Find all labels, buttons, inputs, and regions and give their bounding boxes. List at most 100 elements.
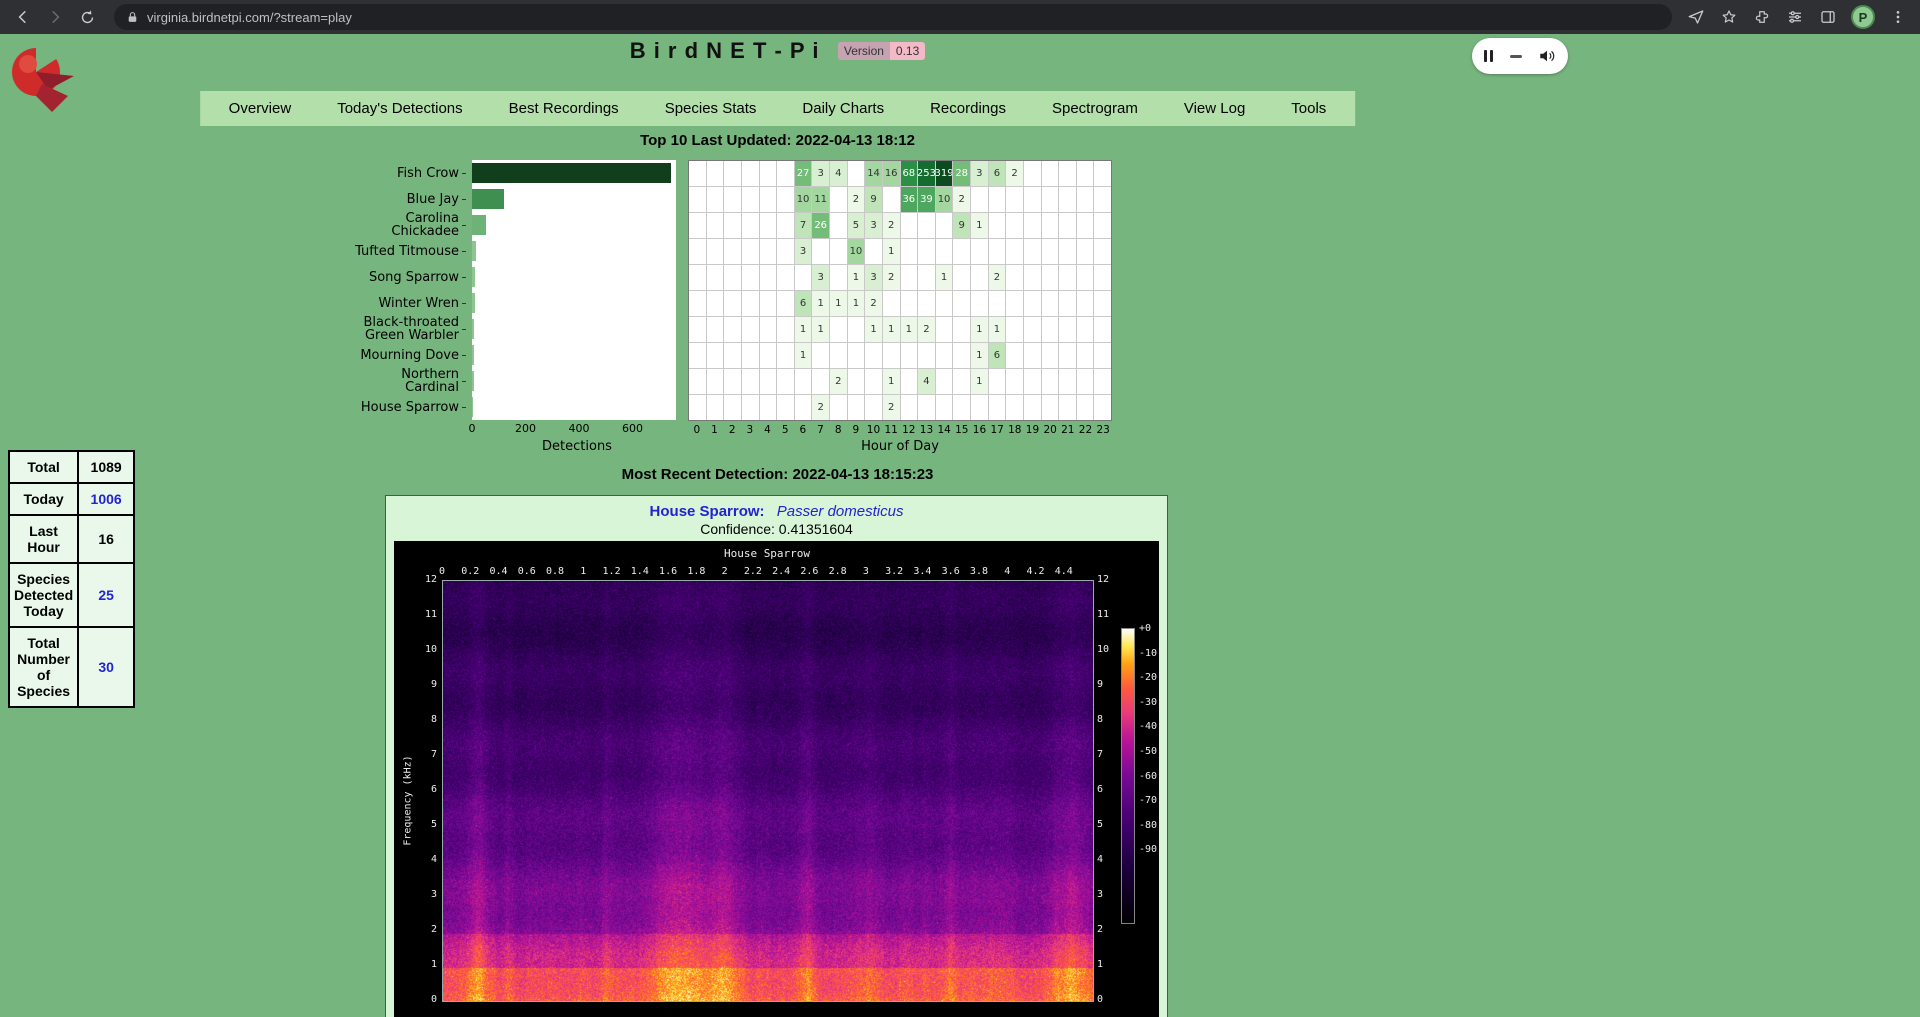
nav-item-today-s-detections[interactable]: Today's Detections (314, 91, 485, 126)
detection-stats-table: Total1089Today1006Last Hour16Species Det… (8, 450, 135, 708)
send-icon[interactable] (1686, 7, 1706, 27)
hour-tick: 2 (723, 424, 741, 436)
heatmap-cell (1024, 317, 1041, 342)
heatmap-cell (689, 187, 706, 212)
heatmap-cell (812, 369, 829, 394)
nav-item-tools[interactable]: Tools (1268, 91, 1349, 126)
nav-item-daily-charts[interactable]: Daily Charts (779, 91, 907, 126)
heatmap-cell (724, 291, 741, 316)
tune-icon[interactable] (1785, 7, 1805, 27)
heatmap-cell (760, 369, 777, 394)
heatmap-cell (901, 213, 918, 238)
heatmap-cell: 7 (795, 213, 812, 238)
detection-bar (472, 189, 504, 209)
hour-tick: 16 (971, 424, 989, 436)
heatmap-cell (848, 369, 865, 394)
heatmap-cell (865, 239, 882, 264)
db-tick: -30 (1139, 697, 1159, 708)
page-title: B i r d N E T - P i (630, 38, 820, 63)
heatmap-cell (777, 395, 794, 420)
hour-tick: 17 (988, 424, 1006, 436)
hour-tick: 12 (900, 424, 918, 436)
heatmap-cell (901, 395, 918, 420)
detection-species-link[interactable]: House Sparrow: (650, 503, 765, 520)
extensions-icon[interactable] (1752, 7, 1772, 27)
forward-icon[interactable] (42, 4, 68, 30)
heatmap-cell (742, 213, 759, 238)
heatmap-cell (742, 369, 759, 394)
nav-item-spectrogram[interactable]: Spectrogram (1029, 91, 1161, 126)
heatmap-cell (830, 395, 847, 420)
heatmap-cell: 3 (812, 265, 829, 290)
bookmark-star-icon[interactable] (1719, 7, 1739, 27)
bar-track (472, 238, 676, 264)
heatmap-cell (1006, 187, 1023, 212)
bar-track (472, 290, 676, 316)
bar-track (472, 316, 676, 342)
hour-tick: 1 (706, 424, 724, 436)
detection-scientific-name[interactable]: Passer domesticus (777, 503, 904, 520)
heatmap-cell (1059, 239, 1076, 264)
heatmap-cell (742, 395, 759, 420)
site-lock-icon[interactable] (126, 11, 139, 24)
nav-item-recordings[interactable]: Recordings (907, 91, 1029, 126)
heatmap-cell (1059, 317, 1076, 342)
back-icon[interactable] (10, 4, 36, 30)
heatmap-cell (971, 395, 988, 420)
version-label: Version (838, 42, 890, 60)
heatmap-cell (724, 213, 741, 238)
heatmap-cell: 253 (918, 161, 935, 186)
recent-detection-heading: Most Recent Detection: 2022-04-13 18:15:… (0, 466, 1555, 483)
nav-item-view-log[interactable]: View Log (1161, 91, 1268, 126)
heatmap-cell: 6 (989, 343, 1006, 368)
heatmap-cell: 6 (795, 291, 812, 316)
heatmap-cell (1042, 369, 1059, 394)
heatmap-cell (830, 317, 847, 342)
reload-icon[interactable] (74, 4, 100, 30)
bar-track (472, 368, 676, 394)
nav-item-overview[interactable]: Overview (206, 91, 315, 126)
stats-value[interactable]: 30 (78, 627, 134, 707)
heatmap-cell (724, 395, 741, 420)
spectrogram-title: House Sparrow (442, 547, 1092, 560)
freq-tick-left: 7 (394, 749, 437, 760)
heatmap-cell (918, 395, 935, 420)
heatmap-cell (989, 291, 1006, 316)
species-label: Fish Crow (352, 160, 466, 186)
heatmap-cell (971, 291, 988, 316)
hour-tick: 3 (741, 424, 759, 436)
stats-value[interactable]: 25 (78, 563, 134, 627)
heatmap-cell: 10 (795, 187, 812, 212)
heatmap-cell (1059, 369, 1076, 394)
heatmap-cell (707, 291, 724, 316)
freq-tick-right: 2 (1097, 924, 1127, 935)
time-tick: 2 (722, 566, 728, 577)
menu-kebab-icon[interactable] (1888, 7, 1908, 27)
side-panel-icon[interactable] (1818, 7, 1838, 27)
nav-item-best-recordings[interactable]: Best Recordings (486, 91, 642, 126)
heatmap-cell (989, 213, 1006, 238)
detection-bar (472, 345, 474, 365)
address-bar[interactable]: virginia.birdnetpi.com/?stream=play (114, 4, 1672, 30)
stats-value[interactable]: 1006 (78, 483, 134, 515)
heatmap-cell (1094, 161, 1111, 186)
heatmap-cell (989, 239, 1006, 264)
heatmap-cell (1094, 213, 1111, 238)
species-label-text: Song Sparrow (369, 271, 459, 284)
heatmap-cell (1042, 395, 1059, 420)
time-tick: 2.4 (772, 566, 790, 577)
time-tick: 0.8 (546, 566, 564, 577)
heatmap-cell (1059, 395, 1076, 420)
detection-bar (472, 293, 475, 313)
profile-avatar[interactable]: P (1851, 5, 1875, 29)
heatmap-cell: 4 (830, 161, 847, 186)
heatmap-cell (901, 343, 918, 368)
heatmap-cell (724, 187, 741, 212)
species-label-text: Black-throatedGreen Warbler (363, 316, 459, 342)
heatmap-cell (1024, 291, 1041, 316)
frequency-axis-label: Frequency (kHz) (403, 721, 414, 881)
heatmap-cell: 27 (795, 161, 812, 186)
nav-item-species-stats[interactable]: Species Stats (642, 91, 780, 126)
freq-tick-left: 6 (394, 784, 437, 795)
heatmap-cell (689, 265, 706, 290)
